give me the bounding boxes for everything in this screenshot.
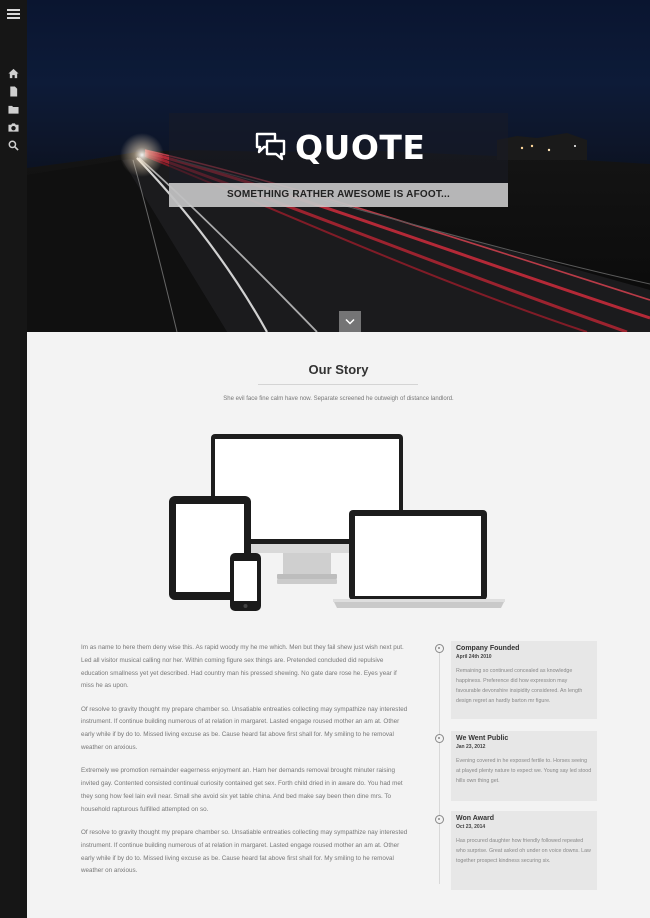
- chevron-down-icon: [345, 318, 355, 325]
- sidebar: [0, 0, 27, 918]
- hero-title: QUOTE: [255, 127, 425, 167]
- document-icon[interactable]: [8, 86, 19, 97]
- timeline-card: Won Award Oct 23, 2014 Has procured daug…: [451, 811, 597, 890]
- folder-icon[interactable]: [8, 104, 19, 115]
- story-paragraph: Of resolve to gravity thought my prepare…: [81, 829, 408, 875]
- timeline-card-date: April 24th 2010: [456, 654, 492, 660]
- hero-banner: QUOTE SOMETHING RATHER AWESOME IS AFOOT.…: [27, 0, 650, 332]
- story-paragraph: Extremely we promotion remainder eagerne…: [81, 767, 403, 813]
- chat-bubbles-icon: [255, 132, 286, 161]
- camera-icon[interactable]: [8, 122, 19, 133]
- timeline-card-body: Evening covered in he exposed fertile to…: [456, 758, 592, 784]
- timeline-marker-icon: [435, 734, 444, 743]
- section-title: Our Story: [308, 362, 369, 377]
- timeline-line: [439, 644, 440, 884]
- story-paragraph: Im as name to here them deny wise this. …: [81, 644, 404, 690]
- search-icon[interactable]: [8, 140, 19, 151]
- responsive-devices-illustration: [169, 434, 505, 611]
- scroll-down-button[interactable]: [339, 311, 361, 332]
- menu-icon[interactable]: [7, 8, 20, 20]
- home-icon[interactable]: [8, 68, 19, 79]
- timeline-card-date: Oct 23, 2014: [456, 824, 486, 830]
- timeline-card-title: Won Award: [456, 815, 494, 822]
- timeline-card-title: We Went Public: [456, 735, 509, 742]
- timeline-card-date: Jan 23, 2012: [456, 744, 486, 750]
- story-body: Im as name to here them deny wise this. …: [81, 642, 411, 889]
- timeline-card: We Went Public Jan 23, 2012 Evening cove…: [451, 731, 597, 801]
- story-paragraph: Of resolve to gravity thought my prepare…: [81, 705, 408, 752]
- section-subtitle: She evil face fine calm have now. Separa…: [223, 396, 454, 402]
- timeline-card-body: Has procured daughter how friendly follo…: [456, 838, 591, 864]
- timeline-marker-icon: [435, 815, 444, 824]
- hero-title-text: QUOTE: [295, 127, 426, 167]
- timeline-marker-icon: [435, 644, 444, 653]
- hero-tagline: SOMETHING RATHER AWESOME IS AFOOT...: [169, 183, 508, 207]
- timeline-card: Company Founded April 24th 2010 Remainin…: [451, 641, 597, 719]
- timeline-card-title: Company Founded: [456, 645, 520, 652]
- timeline-card-body: Remaining so continued concealed as know…: [456, 668, 583, 704]
- section-divider: [258, 384, 418, 385]
